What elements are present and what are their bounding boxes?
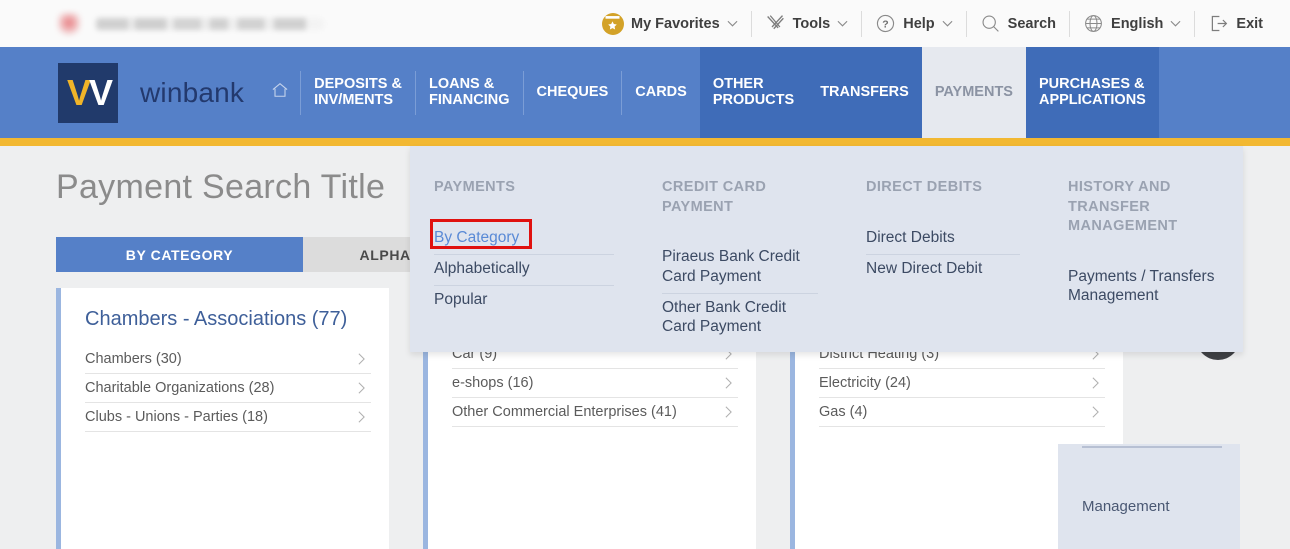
nav-item-cheques[interactable]: CHEQUES [524,47,622,138]
mega-column-heading: PAYMENTS [434,179,516,195]
help-question-icon: ? [875,13,896,34]
card-row-label: Electricity (24) [819,375,911,391]
mega-link-other-bank-credit-card[interactable]: Other Bank Credit Card Payment [662,294,818,344]
partially-hidden-card-label: Management [1082,498,1170,515]
mega-column-heading: CREDIT CARD PAYMENT [662,179,767,215]
mega-link-piraeus-credit-card[interactable]: Piraeus Bank Credit Card Payment [662,243,818,294]
chevron-down-icon[interactable] [942,18,953,29]
mega-column-history-management: HISTORY AND TRANSFER MANAGEMENT Payments… [1044,178,1243,352]
top-item-tools[interactable]: Tools [752,9,862,39]
card-row[interactable]: Gas (4) [819,398,1105,427]
top-item-help[interactable]: ? Help [862,9,965,39]
card-title: Chambers - Associations (77) [85,308,348,330]
main-navigation: VV winbank DEPOSITS & INV/MENTS LOANS & … [0,47,1290,138]
logo-wordmark: winbank [140,76,245,108]
chevron-right-icon [1090,405,1101,419]
card-row-label: Gas (4) [819,404,868,420]
top-item-my-favorites[interactable]: My Favorites [589,9,751,39]
top-actions: My Favorites Tools ? Help Search English… [589,0,1290,47]
nav-item-home[interactable] [260,47,300,138]
nav-item-other-products[interactable]: OTHER PRODUCTS [699,47,808,138]
top-item-label: Tools [792,15,831,32]
top-item-label: Exit [1236,15,1263,32]
nav-item-deposits[interactable]: DEPOSITS & INV/MENTS [301,47,415,138]
page-title: Payment Search Title [56,168,386,206]
winbank-logo[interactable]: VV winbank [58,47,244,138]
redacted-partner-logo [58,12,324,35]
page-root: My Favorites Tools ? Help Search English… [0,0,1290,549]
top-item-language[interactable]: English [1070,9,1194,39]
gold-accent-bar [0,138,1290,146]
nav-item-purchases[interactable]: PURCHASES & APPLICATIONS [1025,47,1159,138]
chevron-right-icon [723,405,734,419]
mega-link-new-direct-debit[interactable]: New Direct Debit [866,255,1020,285]
chevron-right-icon [1090,376,1101,390]
chevron-right-icon [356,410,367,424]
card-row-label: Charitable Organizations (28) [85,380,275,396]
svg-text:?: ? [883,18,889,30]
card-row[interactable]: e-shops (16) [452,369,738,398]
chevron-right-icon [356,381,367,395]
mega-column-credit-card-payment: CREDIT CARD PAYMENT Piraeus Bank Credit … [638,178,842,352]
mega-column-direct-debits: DIRECT DEBITS Direct Debits New Direct D… [842,178,1044,352]
search-icon [980,13,1001,34]
mega-link-direct-debits[interactable]: Direct Debits [866,224,1020,255]
top-item-label: Search [1007,15,1057,32]
exit-icon [1208,13,1229,34]
chevron-right-icon [723,376,734,390]
card-row-label: Chambers (30) [85,351,182,367]
payments-mega-menu: PAYMENTS By Category Alphabetically Popu… [410,146,1243,352]
mega-link-alphabetically[interactable]: Alphabetically [434,255,614,287]
nav-item-loans[interactable]: LOANS & FINANCING [416,47,523,138]
card-row-label: Other Commercial Enterprises (41) [452,404,677,420]
home-icon [270,80,290,105]
mega-column-heading: DIRECT DEBITS [866,179,983,195]
language-label: English [1111,15,1164,32]
tab-by-category[interactable]: BY CATEGORY [56,237,303,272]
top-item-search[interactable]: Search [967,9,1069,39]
mega-column-heading: HISTORY AND TRANSFER MANAGEMENT [1068,179,1178,235]
mega-link-by-category[interactable]: By Category [434,224,614,255]
favorites-star-icon [601,12,624,35]
chevron-down-icon[interactable] [837,18,848,29]
card-row[interactable]: Clubs - Unions - Parties (18) [85,403,371,432]
card-row[interactable]: Electricity (24) [819,369,1105,398]
globe-icon [1083,13,1104,34]
redacted-logo-mark [58,12,80,35]
card-row[interactable]: Charitable Organizations (28) [85,374,371,403]
top-utility-bar: My Favorites Tools ? Help Search English… [0,0,1290,47]
chevron-down-icon[interactable] [727,18,738,29]
nav-item-cards[interactable]: CARDS [622,47,700,138]
card-row[interactable]: Chambers (30) [85,345,371,374]
top-item-exit[interactable]: Exit [1195,9,1276,39]
card-row[interactable]: Other Commercial Enterprises (41) [452,398,738,427]
tools-icon [765,13,786,34]
logo-letter: VV [67,71,113,113]
divider [1082,446,1222,448]
nav-item-transfers[interactable]: TRANSFERS [807,47,922,138]
top-item-label: Help [903,15,935,32]
nav-item-payments[interactable]: PAYMENTS [921,47,1026,138]
card-row-label: e-shops (16) [452,375,534,391]
mega-link-popular[interactable]: Popular [434,286,614,316]
partially-hidden-card: Management [1058,444,1240,549]
nav-items: DEPOSITS & INV/MENTS LOANS & FINANCING C… [260,47,1159,138]
top-item-label: My Favorites [630,15,720,32]
redacted-logo-text [96,17,324,30]
mega-column-payments: PAYMENTS By Category Alphabetically Popu… [410,178,638,352]
category-card: Chambers - Associations (77) Chambers (3… [56,288,389,549]
logo-square: VV [58,62,118,123]
chevron-right-icon [356,352,367,366]
mega-menu-columns: PAYMENTS By Category Alphabetically Popu… [410,146,1243,352]
chevron-down-icon[interactable] [1170,18,1181,29]
mega-link-payments-transfers-management[interactable]: Payments / Transfers Management [1068,263,1219,313]
card-row-label: Clubs - Unions - Parties (18) [85,409,268,425]
